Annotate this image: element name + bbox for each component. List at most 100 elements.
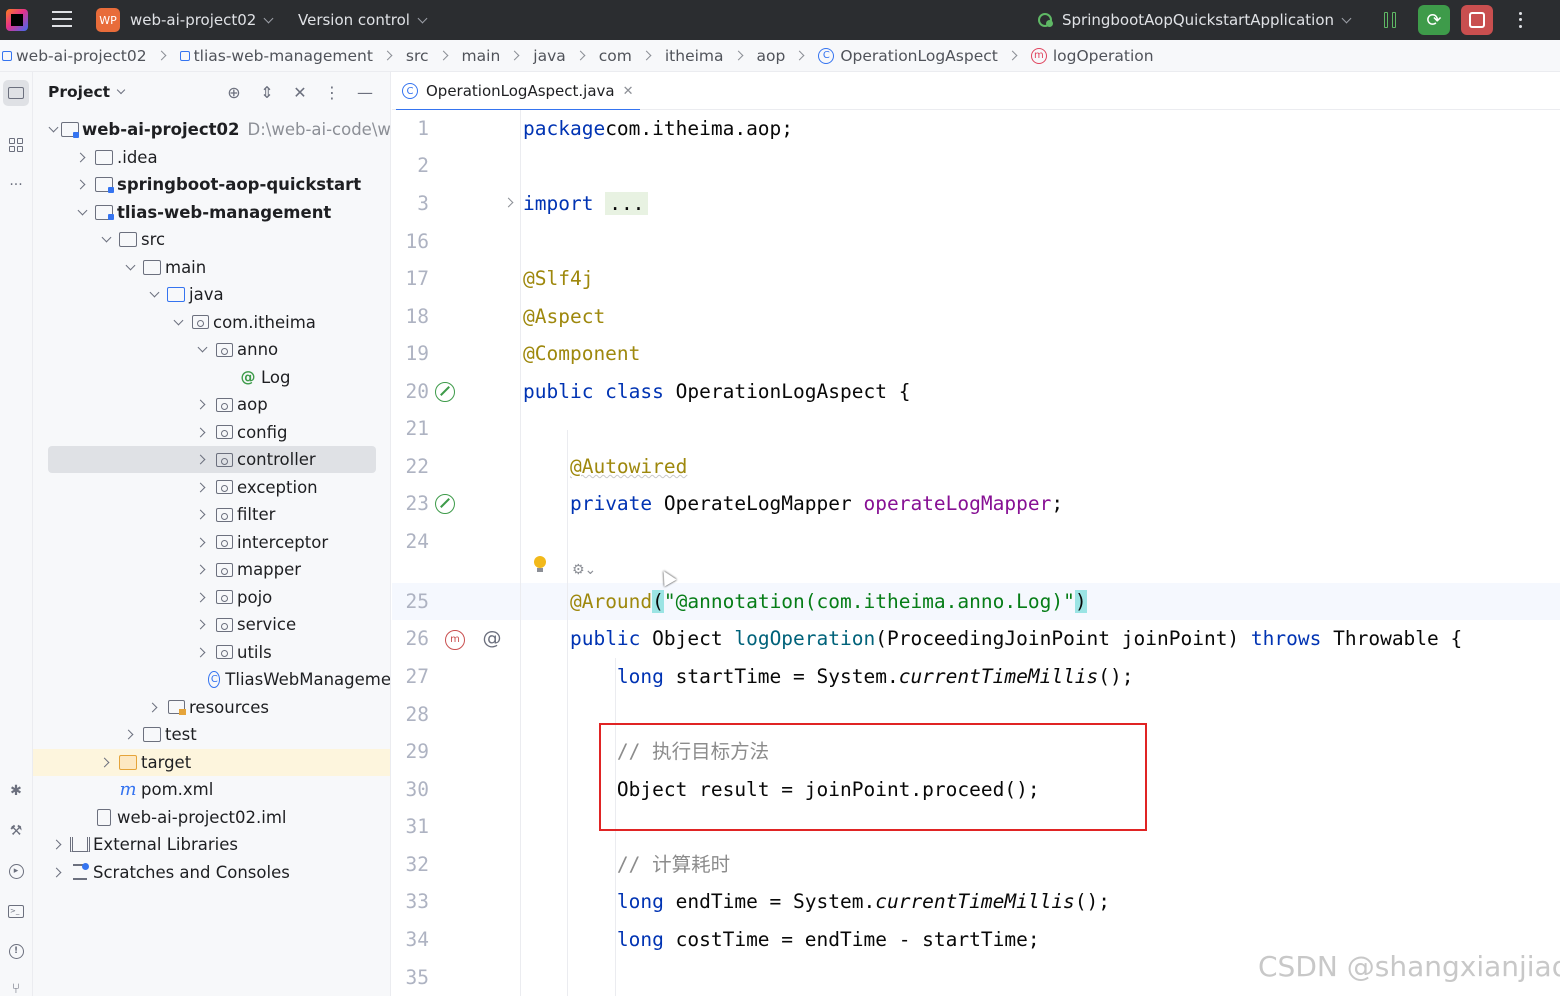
chevron-right-icon[interactable] <box>194 562 210 578</box>
tree-item[interactable]: service <box>33 611 390 638</box>
code-line[interactable]: 2 <box>392 147 1560 184</box>
hide-panel-icon[interactable]: — <box>355 82 375 102</box>
chevron-right-icon[interactable] <box>194 452 210 468</box>
chevron-right-icon[interactable] <box>74 149 90 165</box>
tab-operation-log-aspect[interactable]: C OperationLogAspect.java ✕ <box>396 72 640 111</box>
tree-item[interactable]: exception <box>33 474 390 501</box>
locate-file-icon[interactable]: ⊕ <box>224 82 244 102</box>
expand-all-icon[interactable]: ⇕ <box>257 82 277 102</box>
tree-item[interactable]: pojo <box>33 584 390 611</box>
chevron-right-icon[interactable] <box>194 644 210 660</box>
chevron-right-icon[interactable] <box>50 837 66 853</box>
ai-assistant-icon[interactable]: ⚙⌄ <box>572 562 596 578</box>
code-line[interactable]: 17 @Slf4j <box>392 260 1560 297</box>
problems-tool-button[interactable]: ! <box>3 938 29 964</box>
chevron-right-icon[interactable] <box>194 424 210 440</box>
code-line[interactable]: 16 <box>392 223 1560 260</box>
chevron-right-icon[interactable] <box>194 589 210 605</box>
tree-item[interactable]: mapper <box>33 556 390 583</box>
tree-item[interactable]: web-ai-project02.iml <box>33 804 390 831</box>
chevron-down-icon[interactable] <box>98 232 114 248</box>
stop-button[interactable] <box>1461 5 1493 35</box>
chevron-right-icon[interactable] <box>194 479 210 495</box>
chevron-down-icon[interactable] <box>122 259 138 275</box>
tree-item[interactable]: @ Log <box>33 364 390 391</box>
breadcrumb-item[interactable]: java <box>533 47 565 65</box>
tree-item[interactable]: m pom.xml <box>33 776 390 803</box>
chevron-down-icon[interactable] <box>50 122 57 138</box>
spring-bean-icon[interactable] <box>435 382 455 402</box>
breadcrumb-item[interactable]: src <box>406 47 429 65</box>
chevron-down-icon[interactable] <box>146 287 162 303</box>
breadcrumb-item[interactable]: tlias-web-management <box>179 47 373 65</box>
breadcrumb-item[interactable]: main <box>462 47 501 65</box>
code-line[interactable]: 19 @Component <box>392 335 1560 372</box>
terminal-tool-button[interactable]: >_ <box>3 898 29 924</box>
options-icon[interactable]: ⋮ <box>322 82 342 102</box>
chevron-right-icon[interactable] <box>194 507 210 523</box>
more-tools-button[interactable]: ··· <box>3 172 29 198</box>
tree-item[interactable]: filter <box>33 501 390 528</box>
chevron-right-icon[interactable] <box>50 864 66 880</box>
advice-method-icon[interactable]: m <box>445 630 465 650</box>
git-tool-button[interactable]: ⑂ <box>3 976 29 1002</box>
services-tool-button[interactable]: ▸ <box>3 858 29 884</box>
tree-item[interactable]: main <box>33 254 390 281</box>
tree-item[interactable]: .idea <box>33 144 390 171</box>
vcs-menu[interactable]: Version control <box>298 7 428 33</box>
lightbulb-icon[interactable] <box>534 556 546 572</box>
chevron-right-icon[interactable] <box>146 699 162 715</box>
tree-item[interactable]: controller <box>33 446 390 473</box>
run-config-selector[interactable]: SpringbootAopQuickstartApplication <box>1036 7 1352 33</box>
tree-item[interactable]: aop <box>33 391 390 418</box>
code-line[interactable]: 1 packagecom.itheima.aop; <box>392 110 1560 147</box>
tree-item[interactable]: test <box>33 721 390 748</box>
breadcrumb-item[interactable]: com <box>599 47 632 65</box>
tree-item[interactable]: java <box>33 281 390 308</box>
tree-item[interactable]: utils <box>33 639 390 666</box>
annotation-gutter-icon[interactable]: @ <box>482 628 502 648</box>
breadcrumb-item[interactable]: web-ai-project02 <box>2 47 147 65</box>
tree-item[interactable]: External Libraries <box>33 831 390 858</box>
code-editor[interactable]: 35 34 long costTime = endTime - startTime… <box>392 110 1560 996</box>
tree-item[interactable]: target <box>33 748 390 776</box>
tree-item[interactable]: tlias-web-management <box>33 199 390 226</box>
code-line[interactable]: 3 import ... <box>392 185 1560 222</box>
tree-item[interactable]: com.itheima <box>33 309 390 336</box>
tree-item[interactable]: Scratches and Consoles <box>33 859 390 886</box>
project-tool-button[interactable] <box>3 80 29 106</box>
chevron-right-icon[interactable] <box>194 534 210 550</box>
tree-item[interactable]: config <box>33 419 390 446</box>
chevron-down-icon[interactable] <box>170 314 186 330</box>
tree-item[interactable]: web-ai-project02 D:\web-ai-code\we <box>33 116 390 143</box>
debug-tool-button[interactable]: ✱ <box>3 778 29 804</box>
close-icon[interactable]: ✕ <box>623 84 634 99</box>
structure-tool-button[interactable] <box>3 132 29 158</box>
chevron-right-icon[interactable] <box>194 397 210 413</box>
tree-item[interactable]: anno <box>33 336 390 363</box>
main-menu-icon[interactable] <box>52 11 72 29</box>
code-line[interactable]: 20 public class OperationLogAspect { <box>392 373 1560 410</box>
tree-item[interactable]: resources <box>33 694 390 721</box>
more-options-icon[interactable] <box>1515 10 1525 30</box>
chevron-right-icon[interactable] <box>194 617 210 633</box>
collapse-all-icon[interactable]: ✕ <box>290 82 310 102</box>
build-tool-button[interactable]: ⚒ <box>3 818 29 844</box>
spring-bean-icon[interactable] <box>435 494 455 514</box>
pause-icon[interactable] <box>1384 12 1398 28</box>
chevron-down-icon[interactable] <box>74 204 90 220</box>
chevron-right-icon[interactable] <box>122 727 138 743</box>
chevron-right-icon[interactable] <box>74 177 90 193</box>
breadcrumb-item[interactable]: aop <box>757 47 786 65</box>
tree-item[interactable]: springboot-aop-quickstart <box>33 171 390 198</box>
breadcrumb-item[interactable]: m logOperation <box>1030 47 1154 65</box>
chevron-right-icon[interactable] <box>98 754 114 770</box>
rerun-button[interactable]: ⟳ <box>1418 5 1450 35</box>
tree-item[interactable]: src <box>33 226 390 253</box>
breadcrumb-item[interactable]: itheima <box>665 47 724 65</box>
breadcrumb-item[interactable]: C OperationLogAspect <box>818 47 998 65</box>
tree-item[interactable]: interceptor <box>33 529 390 556</box>
code-line[interactable]: 18 @Aspect <box>392 298 1560 335</box>
project-view-selector[interactable]: Project <box>48 83 126 101</box>
tree-item[interactable]: C TliasWebManageme <box>33 666 390 693</box>
